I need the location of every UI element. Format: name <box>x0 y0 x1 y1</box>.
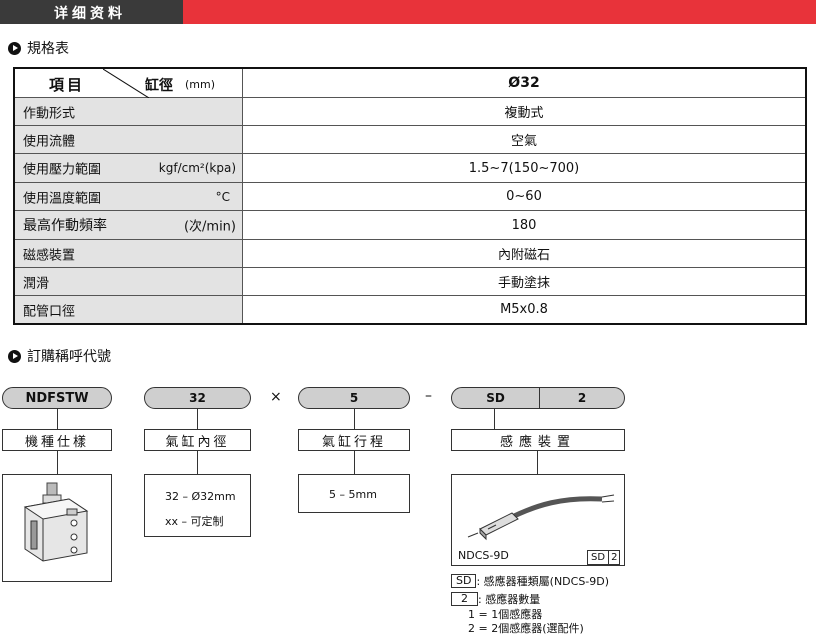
spec-header-row: 項目 缸徑 (mm) Ø32 <box>15 69 805 98</box>
spec-row: 磁感裝置 內附磁石 <box>15 240 805 268</box>
stroke-options-box: 5 – 5mm <box>298 474 410 513</box>
spec-row: 潤滑 手動塗抹 <box>15 268 805 296</box>
connector-line <box>354 409 355 429</box>
code-bore-pill: 32 <box>144 387 251 409</box>
spec-row-label: 使用壓力範圍 <box>23 162 102 178</box>
sensor-tag-sd: SD <box>588 551 610 564</box>
spec-row-label: 使用溫度範圍 <box>23 191 102 206</box>
spec-row-value: 180 <box>511 217 537 233</box>
sensor-image <box>467 494 615 541</box>
sensor-image-box: NDCS-9D SD 2 <box>451 474 625 566</box>
head-unit-label: (mm) <box>185 78 216 91</box>
note-sd-key: SD <box>451 574 477 588</box>
spec-row-value: 內附磁石 <box>497 248 550 263</box>
diagonal-divider <box>103 69 149 98</box>
connector-line <box>354 451 355 474</box>
spec-row-unit: °C <box>215 189 230 204</box>
order-section-heading: 訂購稱呼代號 <box>8 346 111 366</box>
spec-row-value: 複動式 <box>504 106 544 121</box>
connector-line <box>494 409 495 429</box>
dash-symbol: – <box>425 388 432 404</box>
spec-row-label: 作動形式 <box>23 106 76 121</box>
spec-row-value: 手動塗抹 <box>497 276 550 291</box>
spec-row-value: 空氣 <box>510 134 537 149</box>
order-section-title: 訂購稱呼代號 <box>27 349 111 365</box>
spec-row-label: 最高作動頻率 <box>23 218 107 234</box>
label-model: 機種仕樣 <box>2 429 112 451</box>
head-value: Ø32 <box>508 75 540 91</box>
code-sensor-qty: 2 <box>577 391 587 405</box>
code-stroke-pill: 5 <box>298 387 410 409</box>
stroke-option: 5 – 5mm <box>329 488 377 501</box>
note-qty-text: : 感應器數量 <box>478 593 541 606</box>
bore-option: 32 – Ø32mm <box>165 490 236 503</box>
code-model-pill: NDFSTW <box>2 387 112 409</box>
note-qty: 2 : 感應器數量 <box>451 591 540 607</box>
spec-row-value: 1.5~7(150~700) <box>468 160 580 176</box>
note-sd-text: : 感應器種類屬(NDCS-9D) <box>476 575 610 588</box>
sensor-tag: SD 2 <box>587 550 621 565</box>
spec-section-heading: 規格表 <box>8 38 69 58</box>
spec-row-label: 潤滑 <box>23 276 50 291</box>
spec-row: 使用壓力範圍 kgf/cm²(kpa) 1.5~7(150~700) <box>15 154 805 183</box>
play-bullet-icon <box>8 41 21 55</box>
spec-row: 使用流體 空氣 <box>15 126 805 154</box>
spec-row: 最高作動頻率 (次/min) 180 <box>15 211 805 240</box>
header-bar-red <box>183 0 816 24</box>
spec-row: 配管口徑 M5x0.8 <box>15 296 805 323</box>
bore-options-box: 32 – Ø32mm xx – 可定制 <box>144 474 251 537</box>
code-sensor-type: SD <box>486 391 505 405</box>
connector-line <box>57 409 58 429</box>
spec-row-unit: (次/min) <box>183 219 236 235</box>
connector-line <box>197 409 198 429</box>
spec-row: 作動形式 複動式 <box>15 98 805 126</box>
spec-row-label: 配管口徑 <box>23 304 76 319</box>
connector-line <box>537 451 538 474</box>
head-bore-label: 缸徑 <box>145 78 173 94</box>
label-stroke: 氣缸行程 <box>298 429 410 451</box>
spec-section-title: 規格表 <box>27 41 69 57</box>
connector-line <box>197 451 198 474</box>
spec-row-label: 磁感裝置 <box>23 248 76 263</box>
cylinder-image-box <box>2 474 112 582</box>
spec-row-label: 使用流體 <box>23 134 76 149</box>
cylinder-image <box>23 482 89 562</box>
spec-table: 項目 缸徑 (mm) Ø32 作動形式 複動式 使用流體 空氣 使用壓力範圍 kg… <box>13 67 807 325</box>
times-symbol: × <box>270 389 282 405</box>
sensor-model-label: NDCS-9D <box>458 549 509 562</box>
code-sensor-pill: SD 2 <box>451 387 625 409</box>
spec-row-value: M5x0.8 <box>500 302 548 317</box>
bore-option: xx – 可定制 <box>165 515 224 528</box>
head-item-label: 項目 <box>49 76 86 94</box>
label-bore: 氣缸內徑 <box>144 429 251 451</box>
connector-line <box>57 451 58 474</box>
play-bullet-icon <box>8 349 21 363</box>
note-sd: SD : 感應器種類屬(NDCS-9D) <box>451 573 609 589</box>
spec-row-value: 0~60 <box>506 189 542 204</box>
spec-row: 使用溫度範圍 °C 0~60 <box>15 183 805 211</box>
note-qty-key: 2 <box>451 592 478 606</box>
label-sensor: 感應裝置 <box>451 429 625 451</box>
header-title: 详细资料 <box>54 6 126 22</box>
sensor-tag-qty: 2 <box>611 552 618 563</box>
spec-row-unit: kgf/cm²(kpa) <box>158 161 236 175</box>
